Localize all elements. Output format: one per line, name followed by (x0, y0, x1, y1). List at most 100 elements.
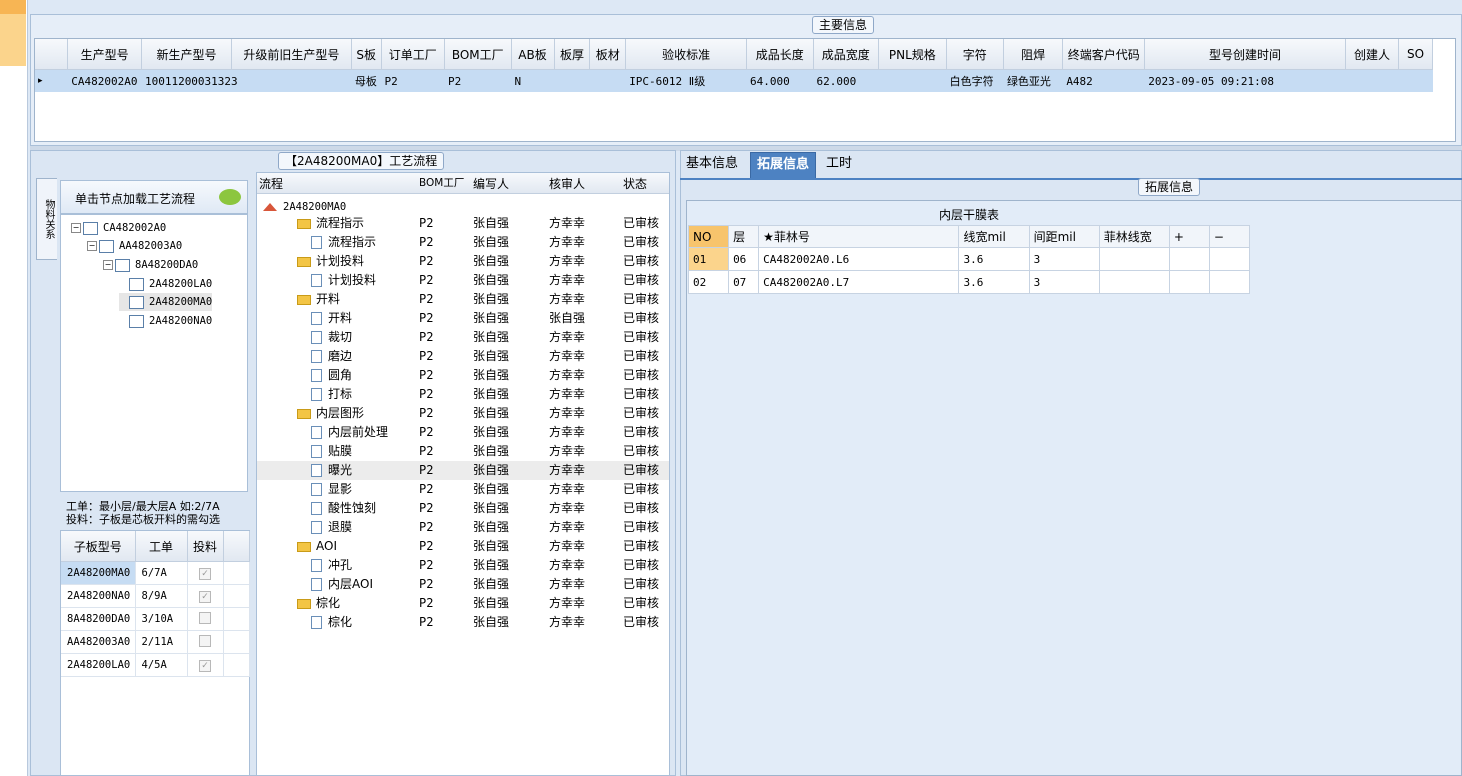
column-header[interactable]: 板厚 (554, 39, 591, 70)
flow-row[interactable]: 棕化 P2 张自强 方幸幸 已审核 (257, 613, 669, 632)
table-cell[interactable] (1208, 247, 1251, 271)
column-header[interactable]: 线宽mil (958, 225, 1030, 248)
flow-row[interactable]: 内层前处理 P2 张自强 方幸幸 已审核 (257, 423, 669, 442)
column-header[interactable]: 核审人 (549, 175, 585, 192)
table-cell[interactable]: P2 (381, 69, 445, 92)
table-row[interactable]: AA482003A0 2/11A (61, 630, 250, 654)
column-header[interactable]: 阻焊 (1003, 39, 1064, 70)
sub-model-cell[interactable]: 2A48200MA0 (61, 561, 136, 585)
tree-node[interactable]: − AA482003A0 (87, 237, 182, 255)
table-cell[interactable]: 3.6 (958, 247, 1030, 271)
column-header[interactable]: NO (687, 225, 730, 248)
order-cell[interactable]: 8/9A (135, 584, 188, 608)
flow-row[interactable]: 流程指示 P2 张自强 方幸幸 已审核 (257, 233, 669, 252)
sub-model-cell[interactable]: 8A48200DA0 (61, 607, 136, 631)
flow-row[interactable]: AOI P2 张自强 方幸幸 已审核 (257, 537, 669, 556)
flow-row[interactable]: 显影 P2 张自强 方幸幸 已审核 (257, 480, 669, 499)
table-cell[interactable] (1168, 270, 1210, 294)
tab-1[interactable]: 拓展信息 (750, 152, 817, 180)
table-row[interactable]: 01 06 CA482002A0.L6 3.6 3 (687, 247, 1251, 271)
model-tree[interactable]: − CA482002A0− AA482003A0−8A48200DA0 2A48200… (60, 214, 248, 492)
table-cell[interactable]: CA482002A0.L6 (758, 247, 960, 271)
column-header[interactable]: 生产型号 (67, 39, 142, 70)
flow-row[interactable]: 磨边 P2 张自强 方幸幸 已审核 (257, 347, 669, 366)
column-header[interactable]: 成品长度 (746, 39, 814, 70)
column-header[interactable]: 间距mil (1028, 225, 1100, 248)
sub-model-cell[interactable]: 2A48200LA0 (61, 653, 136, 677)
sub-model-cell[interactable]: 2A48200NA0 (61, 584, 136, 608)
table-cell[interactable] (1398, 69, 1433, 92)
order-cell[interactable]: 4/5A (135, 653, 188, 677)
feed-checkbox[interactable] (199, 634, 211, 647)
collapse-icon[interactable]: − (71, 223, 81, 233)
tree-node[interactable]: 2A48200NA0 (119, 312, 212, 330)
feed-cell[interactable]: ✓ (187, 584, 224, 608)
flow-row[interactable]: 酸性蚀刻 P2 张自强 方幸幸 已审核 (257, 499, 669, 518)
table-cell[interactable]: 2023-09-05 09:21:08 (1144, 69, 1346, 92)
table-row[interactable]: ▸ CA482002A0 10011200031323 母板 P2 P2 N IPC-601… (35, 69, 1433, 92)
feed-checkbox[interactable]: ✓ (199, 590, 211, 603)
column-header[interactable]: ★菲林号 (758, 225, 960, 248)
flow-row[interactable]: 内层AOI P2 张自强 方幸幸 已审核 (257, 575, 669, 594)
table-cell[interactable]: 母板 (351, 69, 382, 92)
table-cell[interactable]: 62.000 (813, 69, 879, 92)
flow-row[interactable]: 裁切 P2 张自强 方幸幸 已审核 (257, 328, 669, 347)
flow-row[interactable]: 打标 P2 张自强 方幸幸 已审核 (257, 385, 669, 404)
flow-row[interactable]: 开料 P2 张自强 张自强 已审核 (257, 309, 669, 328)
table-cell[interactable]: 06 (728, 247, 760, 271)
table-cell[interactable]: 10011200031323 (141, 69, 238, 92)
feed-cell[interactable]: ✓ (187, 653, 224, 677)
side-tab-material[interactable]: 物料关系 (36, 178, 57, 260)
table-cell[interactable]: 01 (687, 247, 730, 271)
column-header[interactable]: 验收标准 (625, 39, 747, 70)
collapse-icon[interactable]: − (103, 260, 113, 270)
table-cell[interactable]: 白色字符 (946, 69, 1004, 92)
flow-row[interactable]: 计划投料 P2 张自强 方幸幸 已审核 (257, 271, 669, 290)
column-header[interactable]: PNL规格 (878, 39, 947, 70)
table-cell[interactable] (589, 69, 626, 92)
column-header[interactable]: 流程 (259, 175, 283, 192)
feed-checkbox[interactable]: ✓ (199, 567, 211, 580)
column-header[interactable]: BOM工厂 (444, 39, 512, 70)
feed-checkbox[interactable]: ✓ (199, 659, 211, 672)
table-cell[interactable]: A482 (1062, 69, 1145, 92)
flow-row[interactable]: 圆角 P2 张自强 方幸幸 已审核 (257, 366, 669, 385)
table-cell[interactable]: 64.000 (746, 69, 814, 92)
table-row[interactable]: 8A48200DA0 3/10A (61, 607, 250, 631)
column-header[interactable]: 订单工厂 (381, 39, 445, 70)
column-header[interactable]: SO (1398, 39, 1433, 70)
table-row[interactable]: 2A48200LA0 4/5A ✓ (61, 653, 250, 677)
column-header[interactable]: 升级前旧生产型号 (231, 39, 352, 70)
table-cell[interactable] (231, 69, 352, 92)
table-row[interactable]: 2A48200NA0 8/9A ✓ (61, 584, 250, 608)
flow-row[interactable]: 计划投料 P2 张自强 方幸幸 已审核 (257, 252, 669, 271)
flow-row[interactable]: 冲孔 P2 张自强 方幸幸 已审核 (257, 556, 669, 575)
feed-cell[interactable] (187, 607, 224, 631)
column-header[interactable]: 成品宽度 (813, 39, 880, 70)
column-header[interactable]: 投料 (187, 531, 224, 562)
table-cell[interactable]: 绿色亚光 (1003, 69, 1063, 92)
flow-row[interactable]: 棕化 P2 张自强 方幸幸 已审核 (257, 594, 669, 613)
flow-row[interactable]: 流程指示 P2 张自强 方幸幸 已审核 (257, 214, 669, 233)
column-header[interactable]: 终端客户代码 (1062, 39, 1146, 70)
table-cell[interactable]: P2 (444, 69, 512, 92)
table-cell[interactable] (1168, 247, 1210, 271)
feed-checkbox[interactable] (199, 611, 211, 624)
table-cell[interactable]: IPC-6012 Ⅱ级 (625, 69, 747, 92)
column-header[interactable]: − (1208, 225, 1251, 248)
table-cell[interactable] (1098, 270, 1170, 294)
column-header[interactable]: 新生产型号 (141, 39, 233, 70)
table-cell[interactable] (1208, 270, 1251, 294)
nav-accent[interactable] (0, 0, 26, 14)
column-header[interactable]: 型号创建时间 (1144, 39, 1346, 70)
column-header[interactable]: AB板 (511, 39, 555, 70)
table-cell[interactable] (1345, 69, 1399, 92)
table-cell[interactable] (1098, 247, 1170, 271)
table-cell[interactable]: 3.6 (958, 270, 1030, 294)
flow-row[interactable]: 曝光 P2 张自强 方幸幸 已审核 (257, 461, 669, 480)
column-header[interactable]: 板材 (589, 39, 627, 70)
table-row[interactable]: 02 07 CA482002A0.L7 3.6 3 (687, 270, 1251, 294)
column-header[interactable]: 工单 (135, 531, 188, 562)
column-header[interactable]: S板 (351, 39, 382, 70)
feed-cell[interactable] (187, 630, 224, 654)
